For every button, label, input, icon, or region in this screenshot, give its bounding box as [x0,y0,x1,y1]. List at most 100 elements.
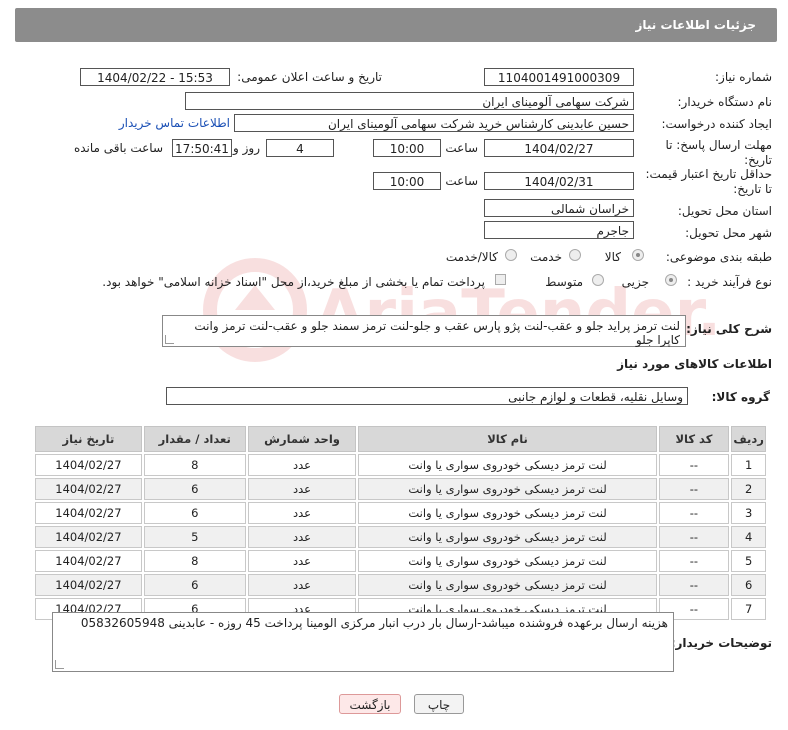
cell-name: لنت ترمز دیسکی خودروی سواری یا وانت [358,526,657,548]
table-row: 2 -- لنت ترمز دیسکی خودروی سواری یا وانت… [35,478,766,500]
table-row: 4 -- لنت ترمز دیسکی خودروی سواری یا وانت… [35,526,766,548]
buyer-notes-text: هزینه ارسال برعهده فروشنده میباشد-ارسال … [80,616,668,630]
buyer-notes-textarea[interactable]: هزینه ارسال برعهده فروشنده میباشد-ارسال … [52,612,674,672]
process-option-medium: متوسط [545,275,583,289]
announce-field: 1404/02/22 - 15:53 [80,68,230,86]
cell-qty: 5 [143,526,246,548]
cell-unit: عدد [247,478,357,500]
cell-name: لنت ترمز دیسکی خودروی سواری یا وانت [358,502,657,524]
col-name: نام کالا [358,426,657,452]
description-textarea[interactable]: لنت ترمز پراید جلو و عقب-لنت پژو پارس عق… [162,315,686,347]
col-date: تاریخ نیاز [35,426,142,452]
remaining-time-field: 17:50:41 [172,139,232,157]
table-row: 6 -- لنت ترمز دیسکی خودروی سواری یا وانت… [35,574,766,596]
city-label: شهر محل تحویل: [685,226,772,240]
resize-handle[interactable] [165,335,174,344]
description-text: لنت ترمز پراید جلو و عقب-لنت پژو پارس عق… [194,319,680,347]
buyer-org-label: نام دستگاه خریدار: [677,95,773,109]
cell-date: 1404/02/27 [35,526,142,548]
need-number-field: 1104001491000309 [484,68,634,86]
need-number-label: شماره نیاز: [715,70,772,84]
cell-qty: 6 [143,478,246,500]
cell-code: -- [658,478,730,500]
col-code: کد کالا [658,426,730,452]
cell-row: 1 [731,454,766,476]
creator-label: ایجاد کننده درخواست: [661,117,772,131]
cell-date: 1404/02/27 [35,574,142,596]
table-row: 1 -- لنت ترمز دیسکی خودروی سواری یا وانت… [35,454,766,476]
validity-label-line1: حداقل تاریخ اعتبار قیمت: [645,167,772,181]
resize-handle[interactable] [55,660,64,669]
creator-field: حسین عابدینی کارشناس خرید شرکت سهامی آلو… [234,114,634,132]
cell-date: 1404/02/27 [35,454,142,476]
deadline-label-line1: مهلت ارسال پاسخ: تا [665,138,772,152]
col-unit: واحد شمارش [247,426,357,452]
validity-time-field: 10:00 [373,172,441,190]
goods-group-field: وسایل نقلیه، قطعات و لوازم جانبی [166,387,688,405]
validity-date-field: 1404/02/31 [484,172,634,190]
cell-unit: عدد [247,550,357,572]
goods-table-header-row: ردیف کد کالا نام کالا واحد شمارش تعداد /… [35,426,766,452]
remaining-time-label: ساعت باقی مانده [73,141,163,155]
category-radio-goods[interactable] [632,249,644,261]
category-option-service: خدمت [530,250,562,264]
cell-qty: 8 [143,454,246,476]
cell-qty: 6 [143,574,246,596]
deadline-time-label: ساعت [445,141,478,155]
city-field: جاجرم [484,221,634,239]
category-option-goods: کالا [604,250,621,264]
cell-code: -- [658,526,730,548]
cell-qty: 8 [143,550,246,572]
cell-row: 4 [731,526,766,548]
deadline-time-field: 10:00 [373,139,441,157]
category-option-goods-service: کالا/خدمت [445,250,498,264]
col-row: ردیف [731,426,766,452]
cell-qty: 6 [143,502,246,524]
cell-row: 2 [731,478,766,500]
goods-section-title: اطلاعات کالاهای مورد نیاز [617,357,772,371]
cell-date: 1404/02/27 [35,502,142,524]
buyer-notes-label: توضیحات خریدار: [670,636,772,650]
table-row: 3 -- لنت ترمز دیسکی خودروی سواری یا وانت… [35,502,766,524]
back-button[interactable]: بازگشت [339,694,401,714]
page-title: جزئیات اطلاعات نیاز [635,18,756,32]
province-label: استان محل تحویل: [677,204,772,218]
cell-unit: عدد [247,502,357,524]
cell-row: 6 [731,574,766,596]
process-radio-medium[interactable] [592,274,604,286]
process-label: نوع فرآیند خرید : [687,275,772,289]
cell-name: لنت ترمز دیسکی خودروی سواری یا وانت [358,478,657,500]
category-radio-goods-service[interactable] [505,249,517,261]
cell-code: -- [658,550,730,572]
days-remaining-field: 4 [266,139,334,157]
cell-code: -- [658,574,730,596]
cell-code: -- [658,502,730,524]
watermark-logo: AriaTender.neT [203,258,715,362]
deadline-date-field: 1404/02/27 [484,139,634,157]
province-field: خراسان شمالی [484,199,634,217]
validity-label-line2: تا تاریخ: [733,182,772,196]
category-radio-service[interactable] [569,249,581,261]
buyer-contact-link[interactable]: اطلاعات تماس خریدار [119,116,230,130]
goods-table: ردیف کد کالا نام کالا واحد شمارش تعداد /… [33,424,768,622]
col-qty: تعداد / مقدار [143,426,246,452]
table-row: 5 -- لنت ترمز دیسکی خودروی سواری یا وانت… [35,550,766,572]
description-label: شرح کلی نیاز: [686,322,772,336]
cell-name: لنت ترمز دیسکی خودروی سواری یا وانت [358,574,657,596]
treasury-payment-checkbox[interactable] [495,274,506,285]
cell-unit: عدد [247,526,357,548]
cell-name: لنت ترمز دیسکی خودروی سواری یا وانت [358,454,657,476]
cell-unit: عدد [247,574,357,596]
cell-date: 1404/02/27 [35,478,142,500]
cell-name: لنت ترمز دیسکی خودروی سواری یا وانت [358,550,657,572]
process-option-minor: جزیی [621,275,649,289]
days-label: روز و [233,141,260,155]
cell-unit: عدد [247,454,357,476]
announce-label: تاریخ و ساعت اعلان عمومی: [237,70,382,84]
cell-code: -- [658,454,730,476]
category-label: طبقه بندی موضوعی: [665,250,772,264]
goods-group-label: گروه کالا: [711,390,770,404]
process-radio-minor[interactable] [665,274,677,286]
buyer-org-field: شرکت سهامی آلومینای ایران [185,92,634,110]
print-button[interactable]: چاپ [414,694,464,714]
